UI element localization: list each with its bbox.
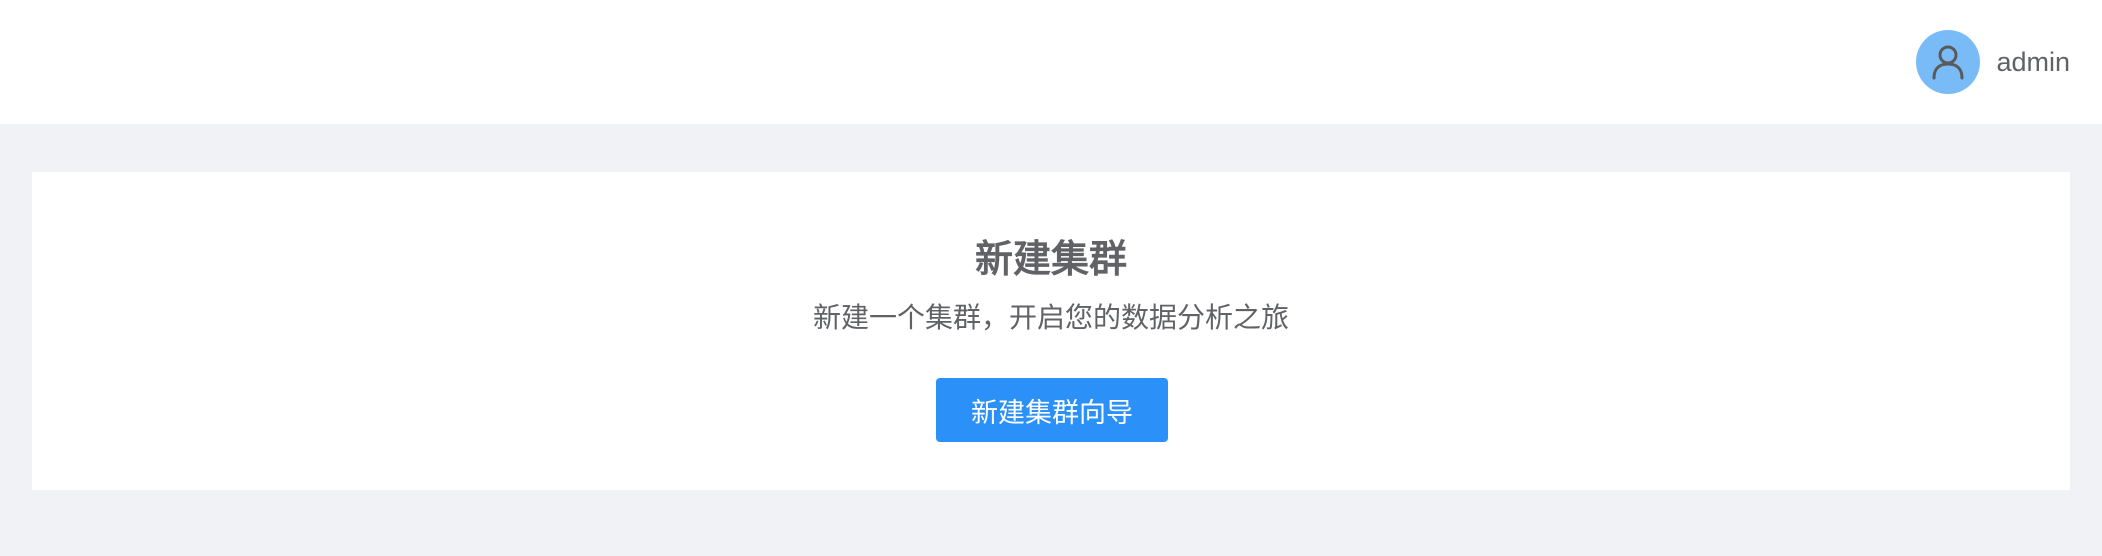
new-cluster-wizard-button[interactable]: 新建集群向导 bbox=[936, 378, 1168, 442]
user-menu[interactable]: admin bbox=[1916, 30, 2070, 94]
username[interactable]: admin bbox=[1996, 47, 2070, 78]
user-icon bbox=[1932, 45, 1964, 80]
page-title: 新建集群 bbox=[974, 237, 1127, 281]
avatar[interactable] bbox=[1916, 30, 1981, 94]
new-cluster-card: 新建集群 新建一个集群，开启您的数据分析之旅 新建集群向导 bbox=[32, 172, 2070, 490]
page-subtitle: 新建一个集群，开启您的数据分析之旅 bbox=[812, 301, 1289, 334]
top-header: admin bbox=[0, 0, 2102, 124]
